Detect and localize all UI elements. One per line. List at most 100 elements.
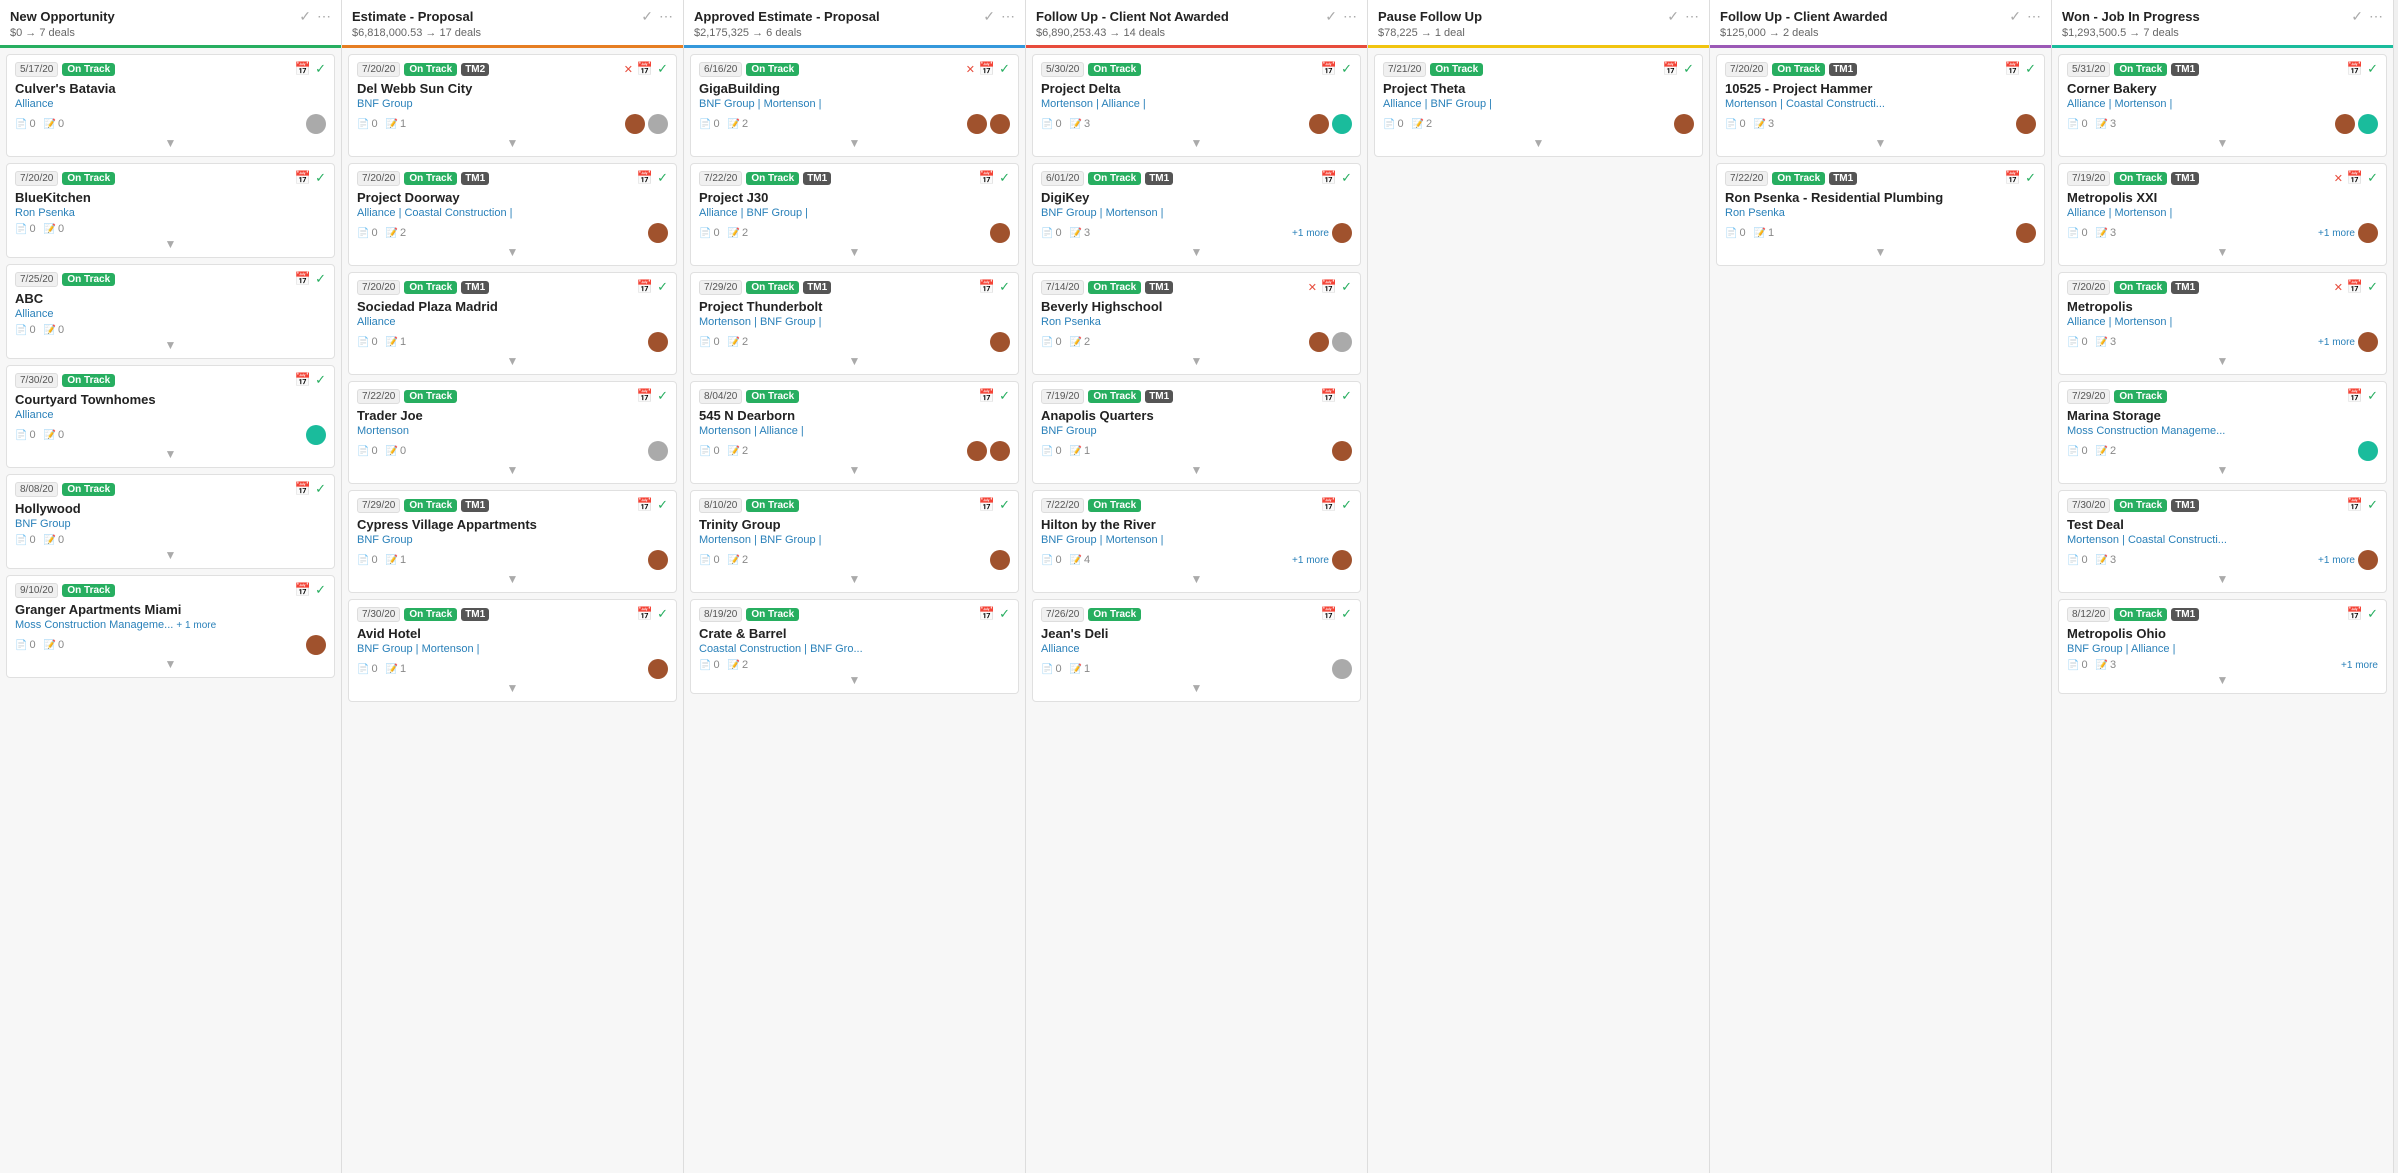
collapse-arrow[interactable]: ▼ [165, 136, 177, 150]
card-company[interactable]: Moss Construction Manageme... [2067, 425, 2378, 437]
more-icon[interactable]: ⋯ [1343, 8, 1357, 25]
collapse-arrow[interactable]: ▼ [2217, 673, 2229, 687]
calendar-icon[interactable]: 📅 [295, 271, 311, 287]
check-icon[interactable]: ✓ [2367, 61, 2378, 77]
check-icon[interactable]: ✓ [315, 170, 326, 186]
card-company[interactable]: Alliance [1041, 643, 1352, 655]
card-company[interactable]: Ron Psenka [1041, 316, 1352, 328]
card-company[interactable]: BNF Group [15, 518, 326, 530]
card-company[interactable]: Alliance | Coastal Construction | [357, 207, 668, 219]
card-company[interactable]: BNF Group [357, 98, 668, 110]
check-icon[interactable]: ✓ [2025, 170, 2036, 186]
card[interactable]: 7/20/20On TrackTM1📅✓10525 - Project Hamm… [1716, 54, 2045, 157]
calendar-icon[interactable]: 📅 [2347, 170, 2363, 186]
card-company[interactable]: Ron Psenka [1725, 207, 2036, 219]
check-icon[interactable]: ✓ [315, 372, 326, 388]
check-icon[interactable]: ✓ [657, 279, 668, 295]
calendar-icon[interactable]: 📅 [637, 497, 653, 513]
card[interactable]: 7/20/20On TrackTM1📅✓Sociedad Plaza Madri… [348, 272, 677, 375]
collapse-arrow[interactable]: ▼ [507, 681, 519, 695]
calendar-icon[interactable]: 📅 [2347, 388, 2363, 404]
more-link[interactable]: +1 more [2318, 337, 2355, 348]
more-icon[interactable]: ⋯ [1001, 8, 1015, 25]
card[interactable]: 7/30/20On TrackTM1📅✓Avid HotelBNF Group … [348, 599, 677, 702]
collapse-arrow[interactable]: ▼ [507, 463, 519, 477]
card-company[interactable]: Mortenson | BNF Group | [699, 316, 1010, 328]
card[interactable]: 8/12/20On TrackTM1📅✓Metropolis OhioBNF G… [2058, 599, 2387, 694]
card-company[interactable]: BNF Group | Alliance | [2067, 643, 2378, 655]
collapse-arrow[interactable]: ▼ [1191, 572, 1203, 586]
card-company[interactable]: Mortenson | BNF Group | [699, 534, 1010, 546]
check-icon[interactable]: ✓ [1325, 8, 1337, 25]
collapse-arrow[interactable]: ▼ [2217, 354, 2229, 368]
card-company[interactable]: Alliance | BNF Group | [1383, 98, 1694, 110]
calendar-icon[interactable]: 📅 [2347, 606, 2363, 622]
check-icon[interactable]: ✓ [1341, 388, 1352, 404]
card[interactable]: 8/10/20On Track📅✓Trinity GroupMortenson … [690, 490, 1019, 593]
calendar-icon[interactable]: 📅 [2005, 170, 2021, 186]
more-icon[interactable]: ⋯ [2027, 8, 2041, 25]
more-icon[interactable]: ⋯ [2369, 8, 2383, 25]
check-icon[interactable]: ✓ [2367, 606, 2378, 622]
card-company[interactable]: BNF Group | Mortenson | [699, 98, 1010, 110]
collapse-arrow[interactable]: ▼ [165, 237, 177, 251]
collapse-arrow[interactable]: ▼ [1875, 245, 1887, 259]
card-company[interactable]: Moss Construction Manageme... + 1 more [15, 619, 326, 631]
collapse-arrow[interactable]: ▼ [2217, 572, 2229, 586]
card[interactable]: 7/30/20On Track📅✓Courtyard TownhomesAlli… [6, 365, 335, 468]
card[interactable]: 7/26/20On Track📅✓Jean's DeliAlliance📄 0📝… [1032, 599, 1361, 702]
check-icon[interactable]: ✓ [2025, 61, 2036, 77]
collapse-arrow[interactable]: ▼ [165, 548, 177, 562]
card-company[interactable]: Alliance [357, 316, 668, 328]
calendar-icon[interactable]: 📅 [295, 582, 311, 598]
collapse-arrow[interactable]: ▼ [2217, 136, 2229, 150]
collapse-arrow[interactable]: ▼ [1191, 136, 1203, 150]
card-company[interactable]: Mortenson | Coastal Constructi... [2067, 534, 2378, 546]
close-icon[interactable]: ✕ [1308, 281, 1317, 294]
card[interactable]: 6/16/20On Track✕📅✓GigaBuildingBNF Group … [690, 54, 1019, 157]
collapse-arrow[interactable]: ▼ [507, 354, 519, 368]
calendar-icon[interactable]: 📅 [979, 279, 995, 295]
calendar-icon[interactable]: 📅 [1321, 497, 1337, 513]
collapse-arrow[interactable]: ▼ [1191, 463, 1203, 477]
card[interactable]: 7/19/20On TrackTM1📅✓Anapolis QuartersBNF… [1032, 381, 1361, 484]
card-company[interactable]: Alliance | Mortenson | [2067, 98, 2378, 110]
check-icon[interactable]: ✓ [1683, 61, 1694, 77]
calendar-icon[interactable]: 📅 [1321, 170, 1337, 186]
card-company[interactable]: Alliance [15, 409, 326, 421]
card[interactable]: 7/14/20On TrackTM1✕📅✓Beverly HighschoolR… [1032, 272, 1361, 375]
calendar-icon[interactable]: 📅 [637, 170, 653, 186]
close-icon[interactable]: ✕ [2334, 281, 2343, 294]
more-link[interactable]: +1 more [2318, 555, 2355, 566]
check-icon[interactable]: ✓ [657, 388, 668, 404]
more-link[interactable]: +1 more [2318, 228, 2355, 239]
card[interactable]: 6/01/20On TrackTM1📅✓DigiKeyBNF Group | M… [1032, 163, 1361, 266]
card[interactable]: 7/20/20On TrackTM2✕📅✓Del Webb Sun CityBN… [348, 54, 677, 157]
collapse-arrow[interactable]: ▼ [507, 245, 519, 259]
check-icon[interactable]: ✓ [315, 61, 326, 77]
collapse-arrow[interactable]: ▼ [849, 354, 861, 368]
card[interactable]: 7/22/20On Track📅✓Hilton by the RiverBNF … [1032, 490, 1361, 593]
check-icon[interactable]: ✓ [999, 497, 1010, 513]
collapse-arrow[interactable]: ▼ [165, 447, 177, 461]
collapse-arrow[interactable]: ▼ [849, 245, 861, 259]
more-link[interactable]: +1 more [1292, 228, 1329, 239]
calendar-icon[interactable]: 📅 [2347, 61, 2363, 77]
calendar-icon[interactable]: 📅 [1663, 61, 1679, 77]
calendar-icon[interactable]: 📅 [637, 606, 653, 622]
collapse-arrow[interactable]: ▼ [165, 338, 177, 352]
collapse-arrow[interactable]: ▼ [1875, 136, 1887, 150]
collapse-arrow[interactable]: ▼ [849, 463, 861, 477]
card[interactable]: 5/17/20On Track📅✓Culver's BataviaAllianc… [6, 54, 335, 157]
card[interactable]: 7/19/20On TrackTM1✕📅✓Metropolis XXIAllia… [2058, 163, 2387, 266]
calendar-icon[interactable]: 📅 [295, 61, 311, 77]
collapse-arrow[interactable]: ▼ [849, 572, 861, 586]
close-icon[interactable]: ✕ [2334, 172, 2343, 185]
calendar-icon[interactable]: 📅 [979, 497, 995, 513]
card[interactable]: 7/29/20On TrackTM1📅✓Cypress Village Appa… [348, 490, 677, 593]
check-icon[interactable]: ✓ [1341, 170, 1352, 186]
card-company[interactable]: Alliance | BNF Group | [699, 207, 1010, 219]
check-icon[interactable]: ✓ [315, 481, 326, 497]
check-icon[interactable]: ✓ [999, 606, 1010, 622]
close-icon[interactable]: ✕ [624, 63, 633, 76]
